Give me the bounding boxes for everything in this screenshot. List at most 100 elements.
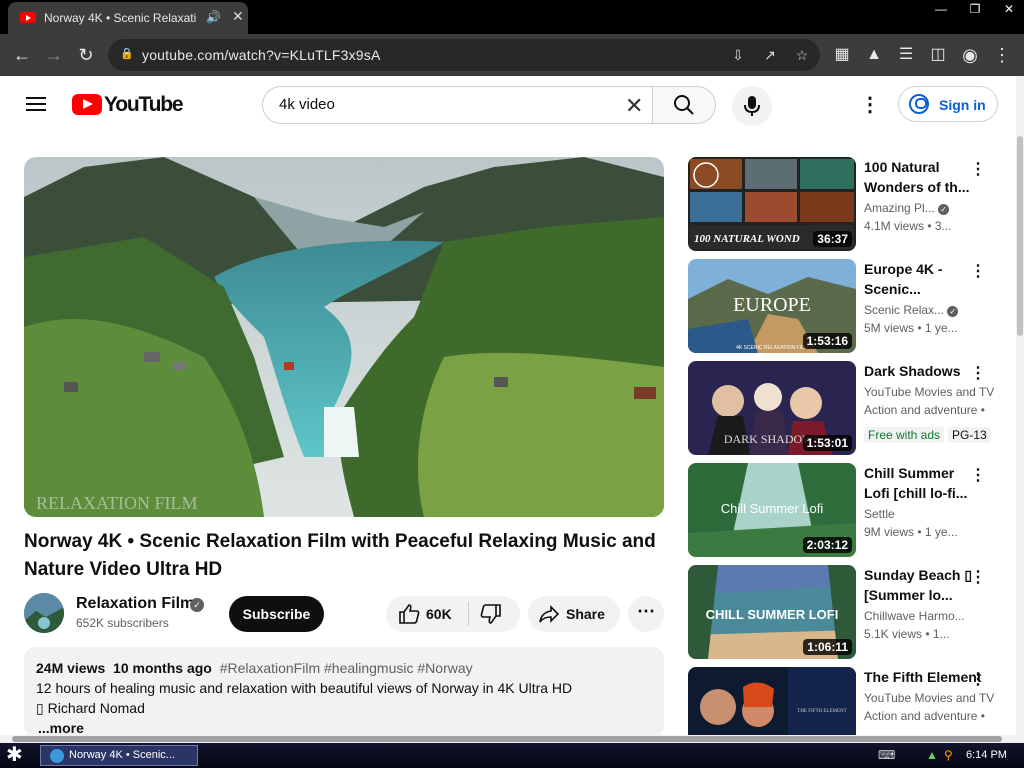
browser-tab-bar: Norway 4K • Scenic Relaxation 🔊 ✕ — ❐ ✕ (0, 0, 1024, 34)
recommended-meta: Action and adventure • (864, 709, 985, 723)
channel-label: Amazing Pl... (864, 201, 935, 215)
url-text: youtube.com/watch?v=KLuTLF3x9sA (142, 47, 381, 63)
recommended-meta: 9M views • 1 ye... (864, 525, 958, 539)
tab-close-button[interactable]: ✕ (232, 8, 244, 25)
video-options-icon[interactable]: ⋮ (970, 363, 986, 383)
clear-search-icon[interactable]: ✕ (625, 93, 643, 119)
thumbnail-text: THE FIFTH ELEMENT (797, 709, 846, 714)
extensions-icon[interactable]: ▦ (830, 43, 854, 67)
video-thumbnail[interactable]: CHILL SUMMER LOFI 1:06:11 (688, 565, 856, 659)
video-duration: 36:37 (813, 231, 852, 247)
recommended-video[interactable]: THE FIFTH ELEMENT The Fifth Element YouT… (688, 667, 1008, 735)
vertical-scrollbar[interactable] (1016, 76, 1024, 736)
thumbnail-subtext: 4K SCENIC RELAXATION FILM (736, 345, 808, 351)
youtube-logo-text[interactable]: YouTube (104, 93, 184, 117)
video-thumbnail[interactable]: THE FIFTH ELEMENT (688, 667, 856, 735)
video-options-icon[interactable]: ⋮ (970, 567, 986, 587)
video-thumbnail[interactable]: EUROPE 4K SCENIC RELAXATION FILM 1:53:16 (688, 259, 856, 353)
video-duration: 1:06:11 (803, 639, 852, 655)
install-app-icon[interactable]: ⇩ (728, 45, 748, 65)
youtube-logo-icon[interactable] (72, 94, 102, 115)
subscriber-count: 652K subscribers (76, 616, 169, 630)
recommended-meta: Action and adventure • (864, 403, 985, 417)
vertical-scroll-thumb[interactable] (1017, 136, 1023, 336)
hamburger-menu-icon[interactable] (26, 97, 46, 111)
share-page-icon[interactable]: ↗ (760, 45, 780, 65)
side-panel-icon[interactable]: ◫ (926, 43, 950, 67)
channel-avatar[interactable] (24, 593, 64, 633)
voice-search-button[interactable] (732, 86, 772, 126)
recommended-video[interactable]: CHILL SUMMER LOFI 1:06:11 Sunday Beach ▯… (688, 565, 1008, 659)
window-close-button[interactable]: ✕ (992, 0, 1024, 18)
lock-icon: 🔒 (120, 48, 134, 60)
browser-app-icon (50, 749, 64, 763)
video-thumbnail[interactable]: 100 NATURAL WOND 36:37 (688, 157, 856, 251)
search-button[interactable] (652, 86, 716, 124)
thumbnail-text: EUROPE (733, 294, 811, 316)
like-dislike-group: 60K (386, 596, 520, 632)
keyboard-tray-icon[interactable]: ⌨ (878, 748, 895, 762)
recommended-channel: YouTube Movies and TV (864, 691, 995, 705)
labs-flask-icon[interactable]: ▲ (862, 43, 886, 67)
search-input[interactable]: 4k video ✕ (262, 86, 652, 124)
subscribe-button[interactable]: Subscribe (229, 596, 324, 632)
video-frame: RELAXATION FILM (24, 157, 664, 517)
speaker-icon[interactable]: 🔊 (206, 10, 221, 24)
search-tray-icon[interactable]: ⚲ (944, 748, 953, 762)
recommended-video[interactable]: DARK SHADOWS 1:53:01 Dark Shadows YouTub… (688, 361, 1008, 455)
verified-check-icon: ✓ (938, 204, 950, 215)
media-queue-icon[interactable]: ☰ (894, 43, 918, 67)
recommended-meta: 5M views • 1 ye... (864, 321, 958, 335)
description-line: 12 hours of healing music and relaxation… (36, 680, 573, 696)
video-player[interactable]: RELAXATION FILM (24, 157, 664, 517)
back-arrow-icon[interactable]: ← (10, 43, 34, 67)
reload-icon[interactable]: ↻ (74, 43, 98, 67)
bookmark-star-icon[interactable]: ☆ (792, 45, 812, 65)
upload-age: 10 months ago (113, 660, 212, 676)
browser-tab[interactable]: Norway 4K • Scenic Relaxation 🔊 ✕ (8, 2, 248, 34)
video-duration: 1:53:01 (802, 435, 852, 451)
recommended-video[interactable]: Chill Summer Lofi 2:03:12 Chill Summer L… (688, 463, 1008, 557)
free-with-ads-badge: Free with ads (864, 427, 945, 443)
horizontal-scrollbar[interactable] (0, 735, 1024, 743)
channel-name[interactable]: Relaxation Film (76, 595, 194, 613)
thumbnail-text: 100 NATURAL WOND (694, 233, 800, 245)
more-actions-icon[interactable]: ⋯ (628, 596, 664, 632)
recommended-video[interactable]: EUROPE 4K SCENIC RELAXATION FILM 1:53:16… (688, 259, 1008, 353)
rating-badge: PG-13 (948, 427, 991, 443)
video-thumbnail[interactable]: Chill Summer Lofi 2:03:12 (688, 463, 856, 557)
recommended-channel: Scenic Relax... ✓ (864, 303, 999, 317)
recommended-title: Sunday Beach ▯ [Summer lo... (864, 567, 973, 603)
forward-arrow-icon[interactable]: → (42, 43, 66, 67)
thumbs-down-icon[interactable] (480, 603, 502, 625)
start-menu-icon[interactable]: ✱ (6, 743, 23, 767)
sign-in-button[interactable]: Sign in (898, 86, 998, 122)
settings-menu-icon[interactable]: ⋮ (860, 92, 880, 117)
address-bar[interactable]: 🔒 youtube.com/watch?v=KLuTLF3x9sA ⇩ ↗ ☆ (108, 39, 820, 71)
video-options-icon[interactable]: ⋮ (970, 465, 986, 485)
hashtags[interactable]: #RelaxationFilm #healingmusic #Norway (220, 660, 473, 676)
profile-icon[interactable]: ◉ (958, 43, 982, 67)
video-thumbnail[interactable]: DARK SHADOWS 1:53:01 (688, 361, 856, 455)
recommended-video[interactable]: 100 NATURAL WOND 36:37 100 Natural Wonde… (688, 157, 1008, 251)
like-count[interactable]: 60K (426, 606, 452, 622)
system-clock: 6:14 PM (966, 749, 1007, 761)
thumbs-up-icon[interactable] (398, 603, 420, 625)
video-options-icon[interactable]: ⋮ (970, 261, 986, 281)
verified-check-icon: ✓ (947, 306, 959, 317)
thumbnail-text: CHILL SUMMER LOFI (706, 607, 839, 622)
horizontal-scroll-thumb[interactable] (12, 736, 1002, 742)
youtube-favicon-icon (20, 12, 36, 23)
share-button[interactable]: Share (528, 596, 620, 632)
recommended-channel: Settle (864, 507, 895, 521)
browser-menu-icon[interactable]: ⋮ (990, 43, 1014, 67)
minimize-button[interactable]: — (924, 0, 958, 18)
microphone-icon (744, 96, 760, 116)
network-tray-icon[interactable]: ▲ (926, 748, 938, 762)
video-options-icon[interactable]: ⋮ (970, 159, 986, 179)
description-box[interactable]: 24M views 10 months ago #RelaxationFilm … (24, 647, 664, 737)
taskbar-browser-item[interactable]: Norway 4K • Scenic... (40, 745, 198, 766)
video-options-icon[interactable]: ⋮ (970, 669, 986, 689)
view-count: 24M views (36, 660, 106, 676)
restore-button[interactable]: ❐ (958, 0, 992, 18)
